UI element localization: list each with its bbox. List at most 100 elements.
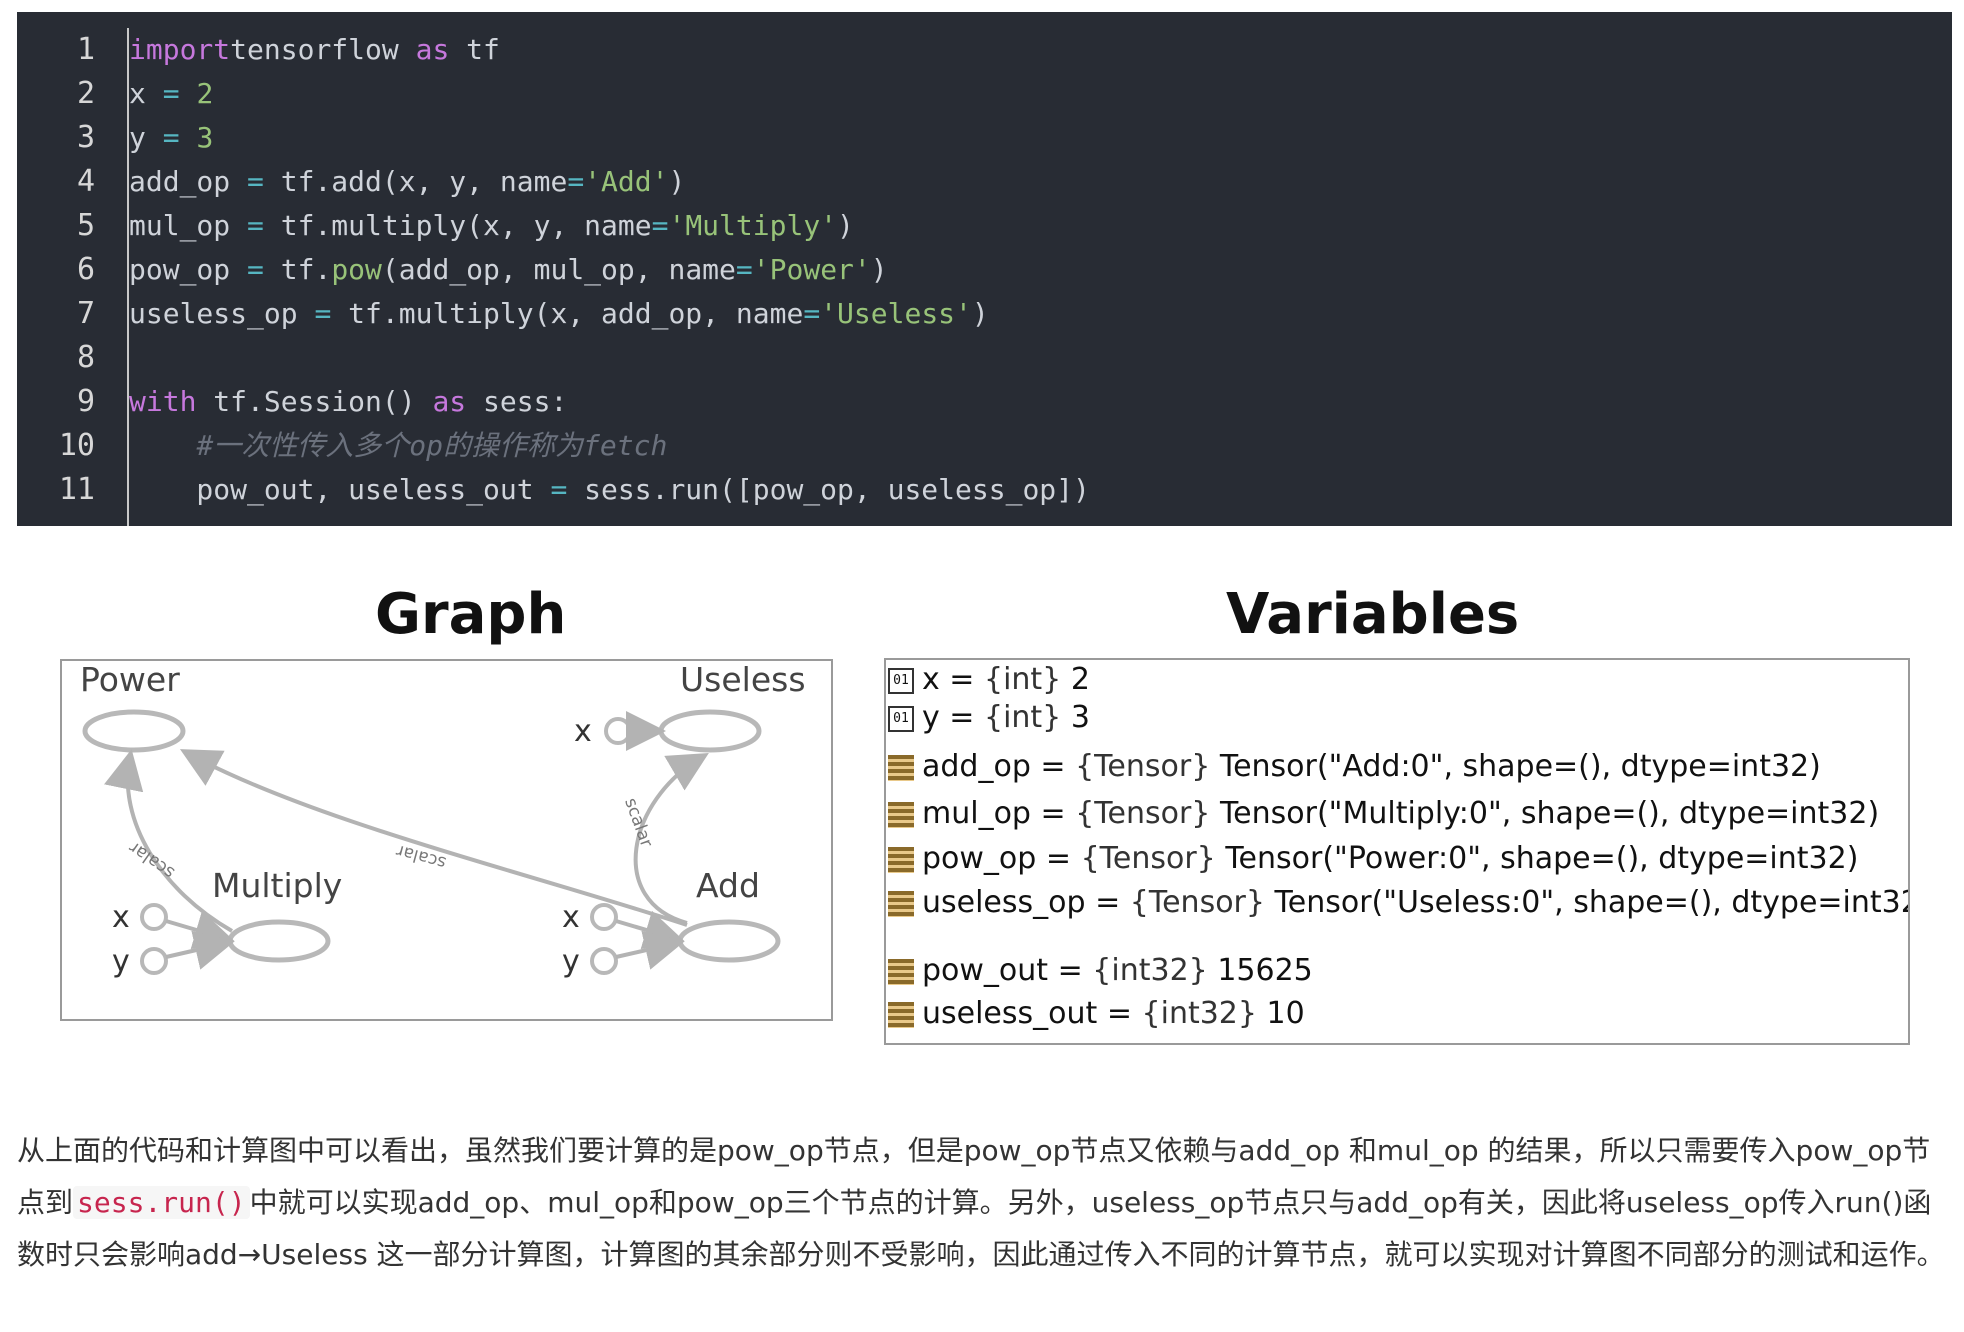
variable-name: add_op <box>922 749 1031 784</box>
variables-panel: 01 x = {int} 2 01 y = {int} 3 add_op = {Tens… <box>884 658 1910 1045</box>
tensor-icon <box>888 958 914 985</box>
code-line: with tf.Session() as sess: <box>129 380 567 424</box>
variable-name: useless_out <box>922 996 1098 1031</box>
useless-x-label: x <box>574 714 592 749</box>
code-token: tf <box>449 33 500 66</box>
variables-title: Variables <box>1226 582 1520 647</box>
tensor-icon <box>888 801 914 828</box>
code-token: 3 <box>196 121 214 154</box>
line-number: 9 <box>76 384 95 419</box>
code-token: = <box>314 297 332 330</box>
variable-value: Tensor("Power:0", shape=(), dtype=int32) <box>1225 841 1859 876</box>
useless-node <box>658 709 762 753</box>
multiply-x-input <box>140 903 168 931</box>
tensor-icon <box>888 754 914 781</box>
code-token: as <box>415 33 450 66</box>
variable-type: {Tensor} <box>1075 749 1211 784</box>
code-line: y = 3 <box>129 116 213 160</box>
edge-add-x <box>615 910 685 950</box>
code-token: sess.run([pow_op, useless_op]) <box>567 473 1090 506</box>
variable-type: {int} <box>983 700 1062 735</box>
code-line: x = 2 <box>129 72 213 116</box>
line-number: 10 <box>58 428 95 463</box>
useless-x-input <box>604 717 632 745</box>
line-number: 7 <box>76 296 95 331</box>
int-icon: 01 <box>888 667 914 694</box>
line-number: 4 <box>76 164 95 199</box>
graph-panel: Power Useless Multiply Add x x y x y sca… <box>60 659 833 1021</box>
equals-sign: = <box>1048 953 1093 988</box>
code-token: pow_out, useless_out <box>129 473 551 506</box>
inline-code-sess-run: sess.run() <box>73 1186 250 1219</box>
equals-sign: = <box>939 700 984 735</box>
code-token: = <box>247 209 264 242</box>
line-number: 2 <box>76 76 95 111</box>
equals-sign: = <box>1085 885 1130 920</box>
code-line: pow_out, useless_out = sess.run([pow_op,… <box>129 468 1090 512</box>
code-token: tensorflow <box>230 33 416 66</box>
computation-graph: Power Useless Multiply Add x x y x y sca… <box>80 661 806 979</box>
line-number: 11 <box>58 472 95 507</box>
code-token: ) <box>870 253 888 286</box>
variable-row-mul-op: mul_op = {Tensor} Tensor("Multiply:0", s… <box>888 796 1879 831</box>
variable-value: Tensor("Multiply:0", shape=(), dtype=int… <box>1219 796 1880 831</box>
code-token: = <box>735 253 753 286</box>
code-token: = <box>567 165 585 198</box>
variable-name: y <box>922 700 940 735</box>
add-y-label: y <box>562 944 580 979</box>
variable-value: 2 <box>1070 662 1090 697</box>
code-block: 1 importtensorflow as tf 2 x = 23y = 3 4 add_… <box>17 12 1952 526</box>
code-token: sess: <box>466 385 568 418</box>
variable-row-y: 01 y = {int} 3 <box>888 700 1090 735</box>
code-token: = <box>247 165 264 198</box>
code-line: useless_op = tf.multiply(x, add_op, name… <box>129 292 989 336</box>
line-number: 5 <box>76 208 95 243</box>
variable-row-useless-out: useless_out = {int32} 10 <box>888 996 1305 1031</box>
code-token: 'Useless' <box>820 297 972 330</box>
multiply-node-label: Multiply <box>212 866 342 905</box>
code-token: = <box>162 77 180 110</box>
code-token: #一次性传入多个op的操作称为fetch <box>196 429 668 462</box>
multiply-node <box>227 919 331 963</box>
power-node <box>82 709 186 753</box>
variable-type: {Tensor} <box>1075 796 1211 831</box>
code-token: import <box>129 33 231 66</box>
code-token: (add_op, mul_op, name <box>381 253 736 286</box>
code-token: useless_op <box>129 297 315 330</box>
line-number: 1 <box>76 32 95 67</box>
code-token: tf.multiply(x, y, name <box>263 209 652 242</box>
edge-label-multiply-power: scalar <box>125 837 178 883</box>
code-line: mul_op = tf.multiply(x, y, name='Multipl… <box>129 204 854 248</box>
edge-multiply-y <box>165 930 235 970</box>
add-x-input <box>590 903 618 931</box>
code-token: = <box>803 297 821 330</box>
code-token: 'Multiply' <box>668 209 838 242</box>
code-token: tf.multiply(x, add_op, name <box>331 297 804 330</box>
variable-name: pow_out <box>922 953 1049 988</box>
explanation-paragraph: 从上面的代码和计算图中可以看出，虽然我们要计算的是pow_op节点，但是pow_… <box>17 1125 1947 1281</box>
tensor-icon <box>888 1001 914 1028</box>
code-token: tf.add(x, y, name <box>263 165 568 198</box>
variable-type: {Tensor} <box>1129 885 1265 920</box>
equals-sign: = <box>939 662 984 697</box>
variable-value: Tensor("Add:0", shape=(), dtype=int32) <box>1219 749 1821 784</box>
variable-row-x: 01 x = {int} 2 <box>888 662 1090 697</box>
variable-value: 15625 <box>1217 953 1313 988</box>
code-token: 2 <box>196 77 214 110</box>
equals-sign: = <box>1036 841 1081 876</box>
graph-title: Graph <box>375 582 567 647</box>
code-token: ) <box>837 209 854 242</box>
equals-sign: = <box>1030 749 1076 784</box>
code-token: add_op <box>129 165 248 198</box>
variable-row-pow-op: pow_op = {Tensor} Tensor("Power:0", shap… <box>888 841 1858 876</box>
variable-name: useless_op <box>922 885 1086 920</box>
tensor-icon <box>888 890 914 917</box>
code-token: = <box>550 473 568 506</box>
equals-sign: = <box>1030 796 1076 831</box>
edge-add-y <box>615 930 685 970</box>
variable-value: 3 <box>1070 700 1090 735</box>
add-node-label: Add <box>696 866 760 905</box>
